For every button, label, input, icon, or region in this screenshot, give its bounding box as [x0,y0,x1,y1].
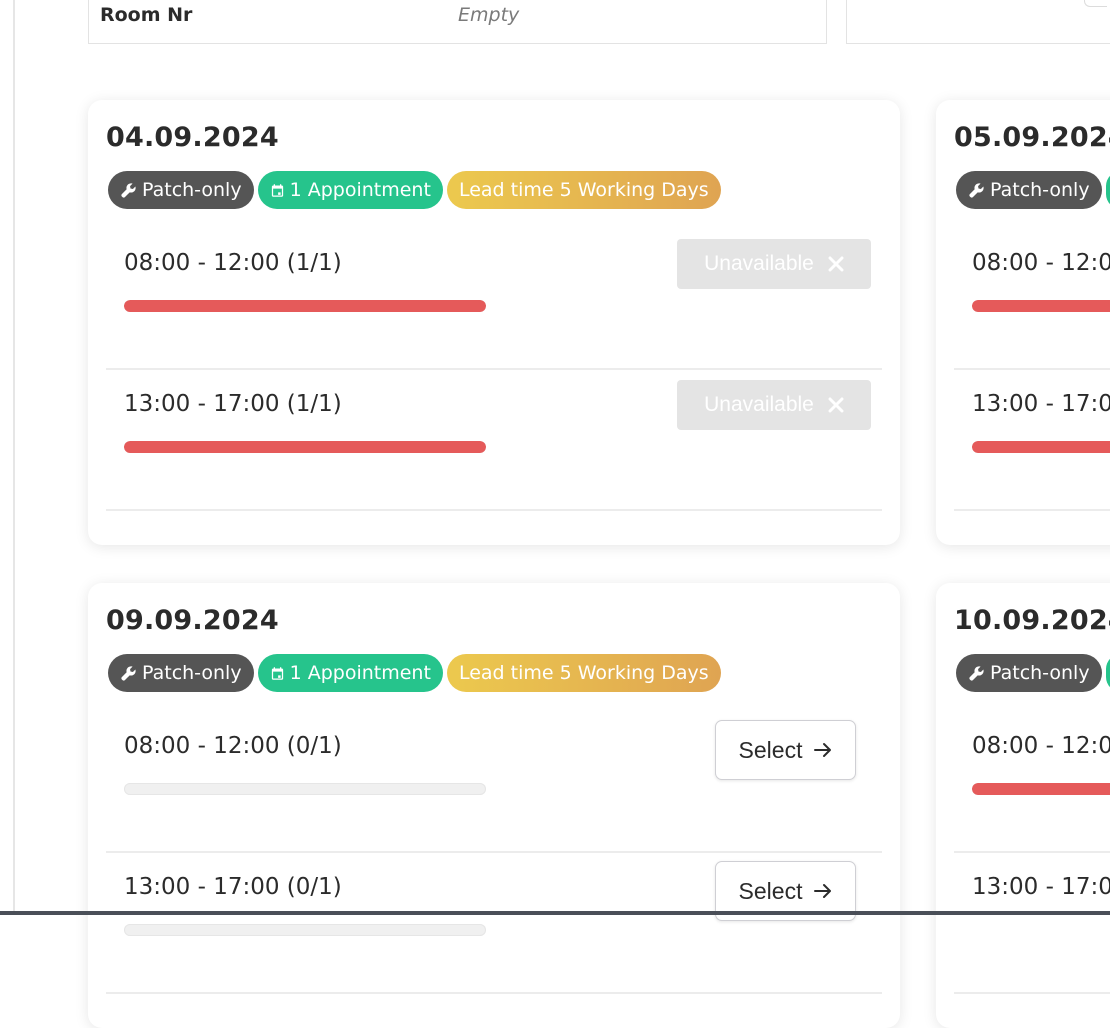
wrench-icon [121,665,136,681]
time-slot-label: 08:00 - 12:00 [972,250,1110,276]
day-badges: Patch-only 1 Appointment Lead time 5 Wor… [108,171,721,209]
patch-only-label: Patch-only [990,662,1090,684]
lead-time-label: Lead time 5 Working Days [458,179,709,201]
select-slot-button[interactable]: Select [715,720,856,780]
info-box-corner [1084,0,1107,7]
close-icon [828,256,844,272]
capacity-bar [124,783,486,795]
lead-time-label: Lead time 5 Working Days [458,662,709,684]
window-bottom-edge [0,911,1110,915]
time-slot-label: 08:00 - 12:00 (1/1) [124,250,342,276]
time-slot-label: 13:00 - 17:00 [972,391,1110,417]
appointment-label: 1 Appointment [289,179,431,201]
time-slot: 13:00 - 17:00 (1/1) Unavailable [106,368,882,511]
time-slot: 13:00 - 17:00 [954,851,1110,994]
day-date: 10.09.2024 [954,605,1110,636]
info-row-room: Room Nr Empty [88,0,827,44]
capacity-bar [972,783,1110,795]
wrench-icon [969,665,984,681]
unavailable-button[interactable]: Unavailable [677,380,871,430]
calendar-icon [271,666,283,680]
day-badges: Patch-only [956,654,1110,692]
day-card: 10.09.2024 Patch-only 08:00 - 12:00 13:0… [936,583,1110,1028]
capacity-bar-fill [124,300,486,312]
time-slot: 08:00 - 12:00 (0/1) Select [106,710,882,853]
capacity-bar [124,300,486,312]
capacity-bar-fill [972,441,1110,453]
lead-time-badge: Lead time 5 Working Days [446,171,721,209]
day-date: 09.09.2024 [106,605,279,636]
time-slot: 13:00 - 17:00 (0/1) Select [106,851,882,994]
wrench-icon [121,182,136,198]
time-slot-label: 08:00 - 12:00 (0/1) [124,733,342,759]
day-card: 05.09.2024 Patch-only 08:00 - 12:00 13:0… [936,100,1110,545]
appointment-badge [1105,171,1110,209]
close-icon [828,397,844,413]
time-slot-label: 08:00 - 12:00 [972,733,1110,759]
wrench-icon [969,182,984,198]
capacity-bar-fill [972,783,1110,795]
time-slot-label: 13:00 - 17:00 (0/1) [124,874,342,900]
time-slot-label: 13:00 - 17:00 (1/1) [124,391,342,417]
patch-only-badge: Patch-only [956,654,1102,692]
day-badges: Patch-only 1 Appointment Lead time 5 Wor… [108,654,721,692]
capacity-bar-fill [124,441,486,453]
appointment-badge: 1 Appointment [257,171,443,209]
calendar-icon [271,183,283,197]
capacity-bar [124,924,486,936]
time-slot: 08:00 - 12:00 (1/1) Unavailable [106,227,882,370]
arrow-right-icon [814,743,832,757]
arrow-right-icon [814,884,832,898]
unavailable-label: Unavailable [704,252,814,275]
day-badges: Patch-only [956,171,1110,209]
appointment-badge: 1 Appointment [257,654,443,692]
select-label: Select [738,877,803,904]
capacity-bar [972,441,1110,453]
patch-only-badge: Patch-only [108,171,254,209]
time-slot: 08:00 - 12:00 [954,227,1110,370]
time-slot: 13:00 - 17:00 [954,368,1110,511]
day-card: 09.09.2024 Patch-only 1 Appointment Lead… [88,583,900,1028]
patch-only-label: Patch-only [142,662,242,684]
select-label: Select [738,736,803,763]
patch-only-label: Patch-only [142,179,242,201]
room-nr-value: Empty [458,4,520,26]
patch-only-label: Patch-only [990,179,1090,201]
capacity-bar [124,441,486,453]
unavailable-button[interactable]: Unavailable [677,239,871,289]
capacity-bar [972,300,1110,312]
patch-only-badge: Patch-only [108,654,254,692]
day-date: 04.09.2024 [106,122,279,153]
patch-only-badge: Patch-only [956,171,1102,209]
day-card: 04.09.2024 Patch-only 1 Appointment Lead… [88,100,900,545]
room-nr-label: Room Nr [100,4,193,26]
appointment-badge [1105,654,1110,692]
unavailable-label: Unavailable [704,393,814,416]
capacity-bar-fill [972,300,1110,312]
info-row-right [846,0,1110,44]
content-left-border [13,0,15,915]
day-date: 05.09.2024 [954,122,1110,153]
time-slot: 08:00 - 12:00 [954,710,1110,853]
lead-time-badge: Lead time 5 Working Days [446,654,721,692]
appointment-label: 1 Appointment [289,662,431,684]
time-slot-label: 13:00 - 17:00 [972,874,1110,900]
